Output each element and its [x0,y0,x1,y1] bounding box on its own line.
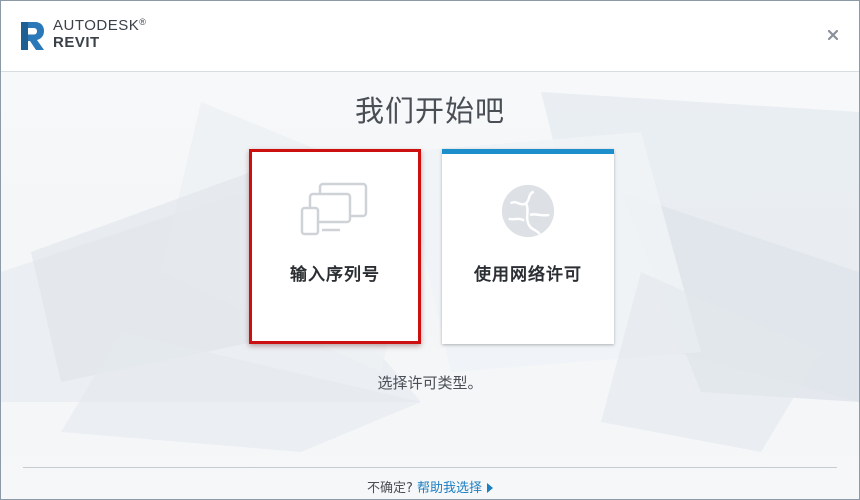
brand-revit: REVIT [53,34,100,51]
enter-serial-number-label: 输入序列号 [290,265,380,285]
footer: 不确定? 帮助我选择 [1,477,859,496]
license-dialog: AUTODESK® REVIT 我们开始吧 输入序列号 使用网络许可 选择许可类… [0,0,860,500]
footer-divider [23,467,837,468]
help-me-choose-label: 帮助我选择 [417,481,483,496]
brand-autodesk: AUTODESK [53,17,140,34]
use-network-license-label: 使用网络许可 [474,265,582,285]
arrow-right-icon [487,483,494,493]
brand-registered-mark: ® [139,17,147,27]
page-title: 我们开始吧 [354,94,505,128]
license-type-instruction: 选择许可类型。 [377,374,483,392]
close-icon[interactable] [825,27,841,43]
help-me-choose-link[interactable]: 帮助我选择 [417,481,494,496]
revit-logo-icon [21,22,44,50]
devices-icon [300,182,368,236]
dialog-header: AUTODESK® REVIT [1,1,859,72]
brand-wordmark: AUTODESK® REVIT [53,17,147,51]
main-content: 我们开始吧 输入序列号 使用网络许可 选择许可类型。 不确定? 帮助我选择 [1,72,859,499]
network-globe-icon [501,184,555,238]
enter-serial-number-card[interactable]: 输入序列号 [249,149,421,344]
footer-question: 不确定? [366,481,413,496]
use-network-license-card[interactable]: 使用网络许可 [442,149,614,344]
